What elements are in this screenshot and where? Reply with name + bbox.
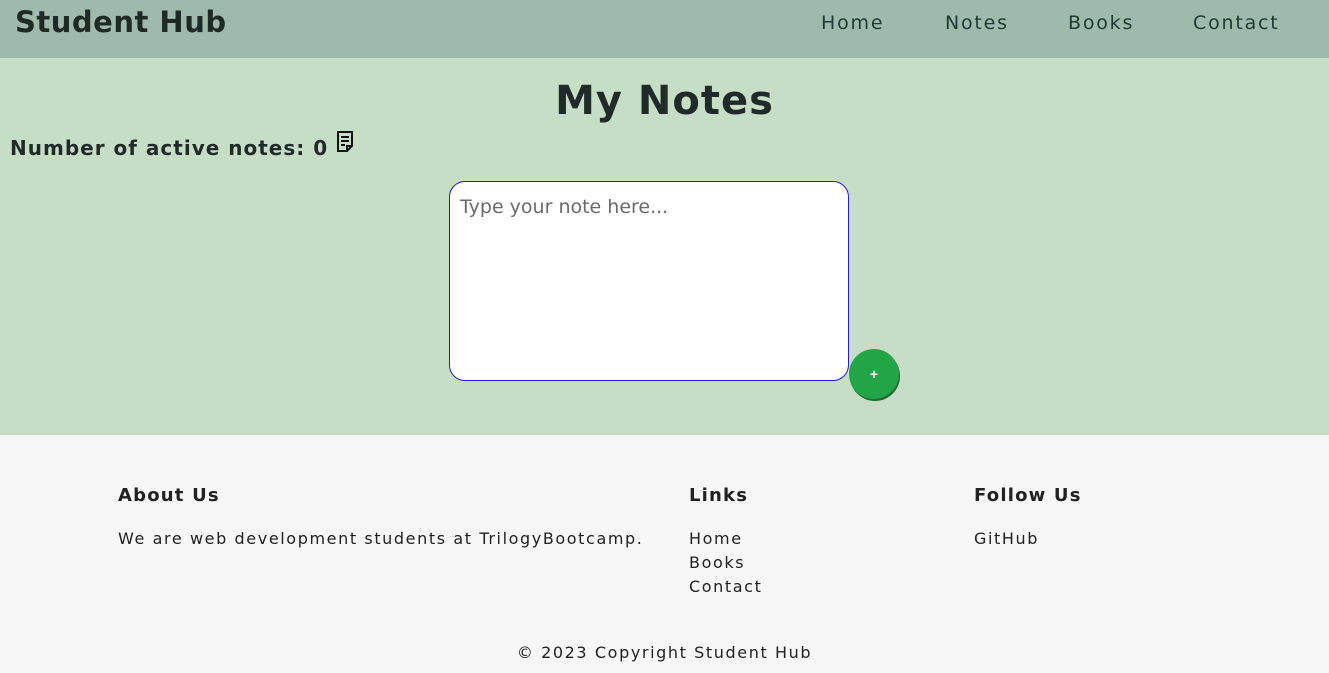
notes-section: My Notes Number of active notes: 0 + — [0, 58, 1329, 435]
links-heading: Links — [689, 485, 749, 506]
nav-contact[interactable]: Contact — [1193, 12, 1280, 34]
brand-title[interactable]: Student Hub — [15, 5, 227, 39]
follow-heading: Follow Us — [974, 485, 1082, 506]
active-notes-counter: Number of active notes: 0 — [10, 130, 354, 160]
footer: About Us We are web development students… — [0, 435, 1329, 673]
note-icon — [336, 130, 354, 158]
about-heading: About Us — [118, 485, 220, 506]
about-text: We are web development students at Trilo… — [118, 529, 644, 548]
footer-link-home[interactable]: Home — [689, 529, 743, 548]
nav-notes[interactable]: Notes — [945, 12, 1009, 34]
counter-label: Number of active notes: 0 — [10, 136, 329, 160]
page-title: My Notes — [555, 78, 774, 124]
nav-home[interactable]: Home — [821, 12, 884, 34]
footer-link-contact[interactable]: Contact — [689, 577, 762, 596]
navbar: Student Hub Home Notes Books Contact — [0, 0, 1329, 58]
footer-link-github[interactable]: GitHub — [974, 529, 1039, 548]
copyright: © 2023 Copyright Student Hub — [516, 643, 813, 662]
nav-books[interactable]: Books — [1068, 12, 1134, 34]
note-input[interactable] — [449, 181, 849, 381]
footer-link-books[interactable]: Books — [689, 553, 745, 572]
add-note-button[interactable]: + — [849, 349, 899, 399]
